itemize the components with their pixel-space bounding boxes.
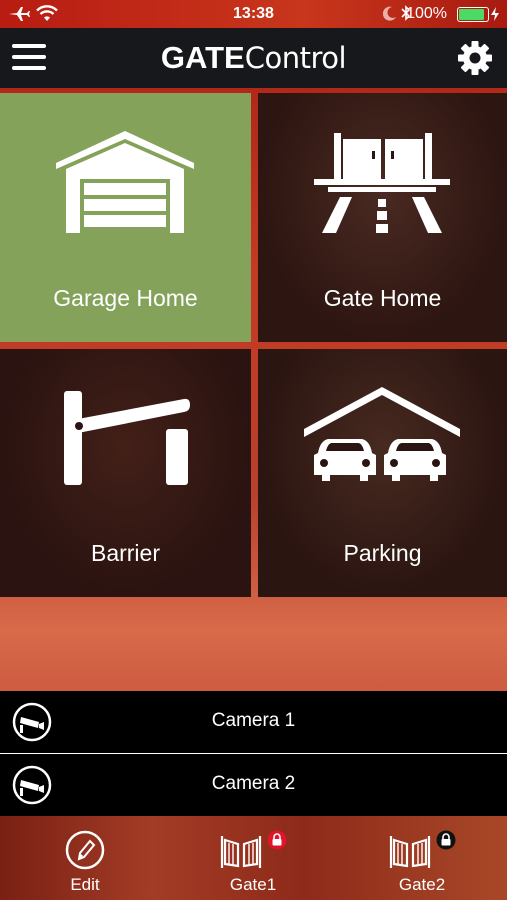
tile-garage-home[interactable]: Garage Home <box>0 93 251 342</box>
gate-icon <box>314 133 450 233</box>
camera-label: Camera 1 <box>211 710 296 731</box>
tab-edit[interactable]: Edit <box>35 816 135 900</box>
tile-label: Gate Home <box>323 285 442 311</box>
tile-gate-home[interactable]: Gate Home <box>258 93 507 342</box>
pencil-icon <box>65 830 105 870</box>
app-title: GATEControl <box>0 40 507 76</box>
camera-row-1[interactable]: Camera 1 <box>0 691 507 753</box>
charging-icon <box>491 7 499 21</box>
gate-icon <box>220 836 262 868</box>
lock-icon <box>267 830 287 850</box>
camera-row-2[interactable]: Camera 2 <box>0 754 507 816</box>
battery-percent: 100% <box>406 5 447 22</box>
lock-icon <box>436 830 456 850</box>
tile-label: Garage Home <box>53 285 198 311</box>
nav-bar: GATEControl <box>0 28 507 88</box>
tile-barrier[interactable]: Barrier <box>0 349 251 597</box>
tab-label: Gate2 <box>398 875 446 894</box>
tab-gate1[interactable]: Gate1 <box>203 816 303 900</box>
parking-icon <box>304 387 460 481</box>
tile-label: Barrier <box>90 540 160 566</box>
garage-icon <box>56 131 194 233</box>
app-title-rest: Control <box>244 41 347 75</box>
tab-gate2[interactable]: Gate2 <box>372 816 472 900</box>
gate-icon <box>389 836 431 868</box>
tile-parking[interactable]: Parking <box>258 349 507 597</box>
gear-icon[interactable] <box>457 40 493 76</box>
battery-icon <box>457 7 489 22</box>
do-not-disturb-icon <box>383 6 396 21</box>
tab-bar: Edit Gate1 Gate2 <box>0 816 507 900</box>
barrier-icon <box>64 391 190 485</box>
camera-label: Camera 2 <box>211 773 296 794</box>
status-bar: 13:38 100% <box>0 0 507 28</box>
menu-icon[interactable] <box>12 44 46 72</box>
tab-label: Edit <box>70 875 100 894</box>
app-title-bold: GATE <box>160 40 245 75</box>
tab-label: Gate1 <box>229 875 277 894</box>
tile-label: Parking <box>343 540 422 566</box>
